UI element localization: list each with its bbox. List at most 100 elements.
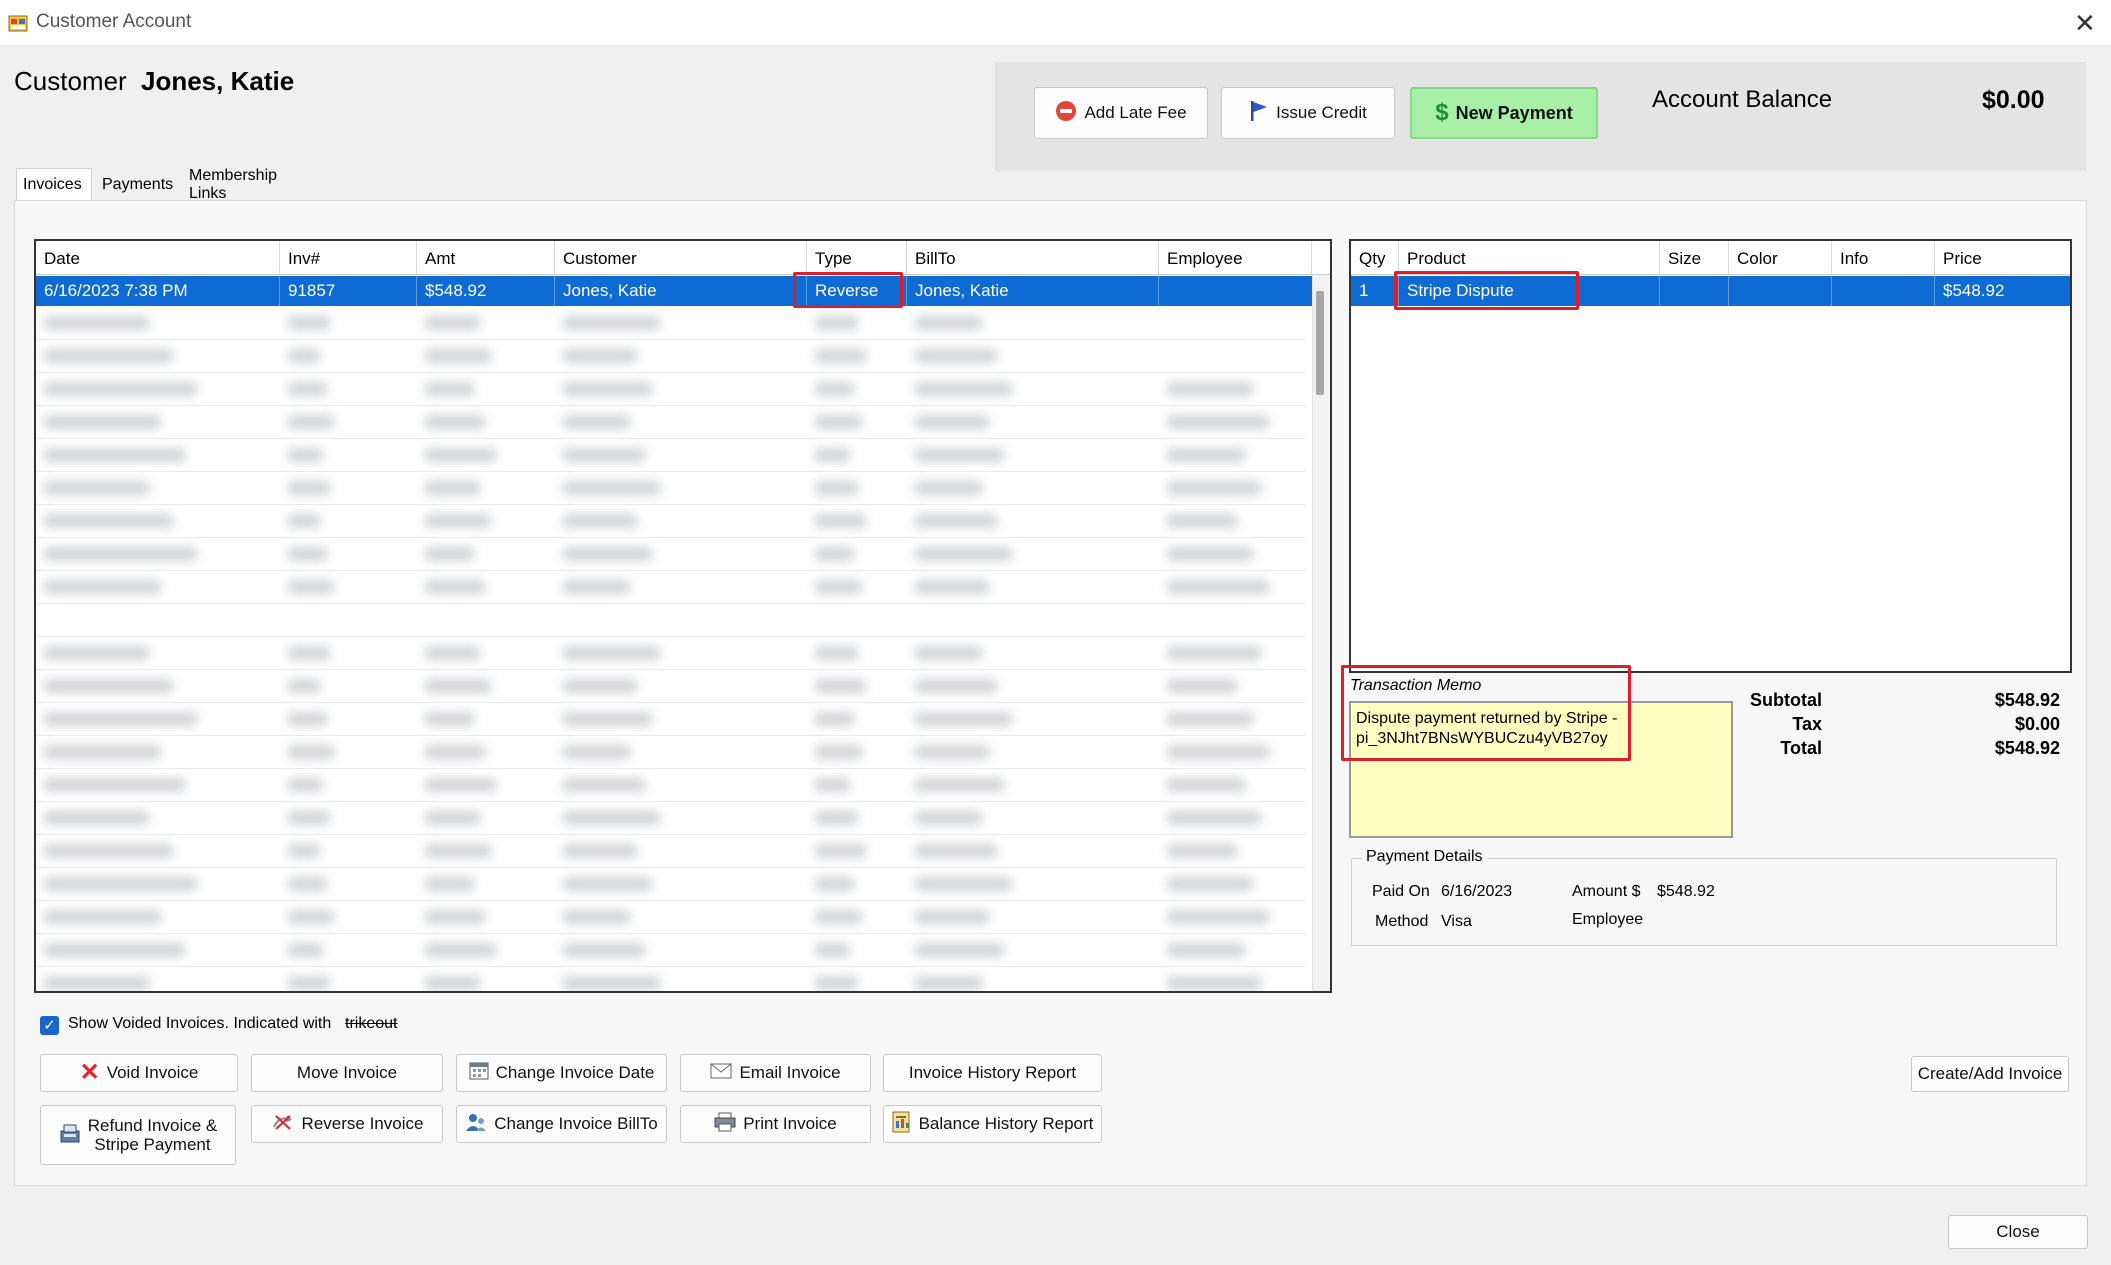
- reverse-invoice-button[interactable]: Reverse Invoice: [251, 1105, 443, 1143]
- redacted-cell: [1167, 646, 1261, 660]
- table-row[interactable]: [36, 934, 1306, 967]
- redacted-cell: [915, 382, 1012, 396]
- show-voided-checkbox[interactable]: ✓: [40, 1016, 59, 1035]
- table-row[interactable]: [36, 373, 1306, 406]
- redacted-cell: [1167, 976, 1261, 990]
- col-info[interactable]: Info: [1832, 241, 1935, 275]
- invoice-history-report-button[interactable]: Invoice History Report: [883, 1054, 1102, 1092]
- redacted-cell: [288, 646, 331, 660]
- table-row[interactable]: [36, 802, 1306, 835]
- create-add-invoice-button[interactable]: Create/Add Invoice: [1911, 1056, 2069, 1092]
- change-invoice-billto-button[interactable]: Change Invoice BillTo: [456, 1105, 667, 1143]
- close-button[interactable]: Close: [1948, 1215, 2088, 1249]
- redacted-cell: [425, 481, 480, 495]
- scrollbar-thumb[interactable]: [1316, 291, 1324, 395]
- move-invoice-button[interactable]: Move Invoice: [251, 1054, 443, 1092]
- reverse-icon: [271, 1112, 295, 1137]
- strikeout-sample: trikeout: [345, 1015, 398, 1032]
- redacted-cell: [288, 712, 327, 726]
- print-invoice-button[interactable]: Print Invoice: [680, 1105, 871, 1143]
- redacted-cell: [915, 943, 1005, 957]
- col-size[interactable]: Size: [1660, 241, 1729, 275]
- col-amt[interactable]: Amt: [417, 241, 555, 275]
- redacted-cell: [288, 580, 334, 594]
- redacted-cell: [425, 349, 491, 363]
- redacted-cell: [425, 382, 474, 396]
- total-value: $548.92: [1994, 738, 2060, 758]
- col-price[interactable]: Price: [1935, 241, 2070, 275]
- col-qty[interactable]: Qty: [1351, 241, 1399, 275]
- redacted-cell: [1167, 811, 1261, 825]
- table-row[interactable]: [36, 538, 1306, 571]
- redacted-cell: [1167, 844, 1237, 858]
- table-row[interactable]: [36, 604, 1306, 637]
- table-row-selected[interactable]: 6/16/2023 7:38 PM 91857 $548.92 Jones, K…: [36, 276, 1312, 306]
- issue-credit-button[interactable]: Issue Credit: [1221, 87, 1395, 139]
- table-row[interactable]: [36, 769, 1306, 802]
- add-late-fee-button[interactable]: Add Late Fee: [1034, 87, 1208, 139]
- table-row[interactable]: [36, 439, 1306, 472]
- calendar-icon: [469, 1061, 489, 1086]
- col-type[interactable]: Type: [807, 241, 907, 275]
- method-value: Visa: [1441, 913, 1472, 930]
- redacted-cell: [288, 679, 320, 693]
- redacted-cell: [563, 778, 645, 792]
- redacted-cell: [815, 415, 862, 429]
- table-row[interactable]: [36, 868, 1306, 901]
- table-row[interactable]: [36, 406, 1306, 439]
- redacted-cell: [1167, 712, 1253, 726]
- col-employee[interactable]: Employee: [1159, 241, 1312, 275]
- table-row[interactable]: [36, 340, 1306, 373]
- invoices-grid-header: Date Inv# Amt Customer Type BillTo Emplo…: [36, 241, 1330, 275]
- redacted-cell: [44, 943, 185, 957]
- col-inv-number[interactable]: Inv#: [280, 241, 417, 275]
- void-invoice-label: Void Invoice: [106, 1063, 199, 1082]
- balance-history-report-button[interactable]: Balance History Report: [883, 1105, 1102, 1143]
- change-invoice-date-button[interactable]: Change Invoice Date: [456, 1054, 667, 1092]
- redacted-cell: [288, 811, 331, 825]
- void-invoice-button[interactable]: ✕ Void Invoice: [40, 1054, 238, 1092]
- window-close-icon[interactable]: ✕: [2074, 8, 2096, 38]
- table-row[interactable]: [36, 307, 1306, 340]
- table-row[interactable]: [36, 571, 1306, 604]
- create-add-invoice-label: Create/Add Invoice: [1917, 1064, 2063, 1083]
- redacted-cell: [425, 646, 480, 660]
- new-payment-button[interactable]: $ New Payment: [1410, 87, 1598, 139]
- table-row[interactable]: [36, 472, 1306, 505]
- email-invoice-button[interactable]: Email Invoice: [680, 1054, 871, 1092]
- table-row[interactable]: [36, 505, 1306, 538]
- col-customer[interactable]: Customer: [555, 241, 807, 275]
- col-color[interactable]: Color: [1729, 241, 1832, 275]
- redacted-cell: [288, 316, 331, 330]
- table-row[interactable]: [36, 637, 1306, 670]
- tab-membership-links[interactable]: Membership Links: [183, 167, 323, 202]
- col-product[interactable]: Product: [1399, 241, 1660, 275]
- redacted-cell: [815, 514, 866, 528]
- table-row[interactable]: [36, 901, 1306, 934]
- tab-payments[interactable]: Payments: [96, 170, 176, 200]
- table-row[interactable]: [36, 703, 1306, 736]
- redacted-cell: [815, 382, 854, 396]
- invoices-grid[interactable]: Date Inv# Amt Customer Type BillTo Emplo…: [34, 239, 1332, 993]
- account-balance-value: $0.00: [1982, 86, 2045, 114]
- cell-inv-number: 91857: [280, 276, 417, 306]
- redacted-cell: [1167, 943, 1245, 957]
- change-invoice-date-label: Change Invoice Date: [495, 1063, 655, 1082]
- customer-name: Jones, Katie: [141, 66, 295, 96]
- paid-on-value: 6/16/2023: [1441, 883, 1513, 900]
- table-row[interactable]: [36, 967, 1306, 991]
- table-row[interactable]: [36, 835, 1306, 868]
- redacted-cell: [815, 481, 858, 495]
- table-row[interactable]: [36, 670, 1306, 703]
- amount-value: $548.92: [1657, 883, 1715, 900]
- redacted-cell: [915, 976, 982, 990]
- tab-invoices[interactable]: Invoices: [16, 168, 92, 200]
- redacted-cell: [1167, 877, 1253, 891]
- envelope-icon: [710, 1063, 732, 1084]
- table-row[interactable]: [36, 736, 1306, 769]
- refund-invoice-button[interactable]: Refund Invoice & Stripe Payment: [40, 1105, 236, 1165]
- redacted-cell: [44, 580, 161, 594]
- customer-label: Customer: [14, 66, 127, 96]
- col-billto[interactable]: BillTo: [907, 241, 1159, 275]
- col-date[interactable]: Date: [36, 241, 280, 275]
